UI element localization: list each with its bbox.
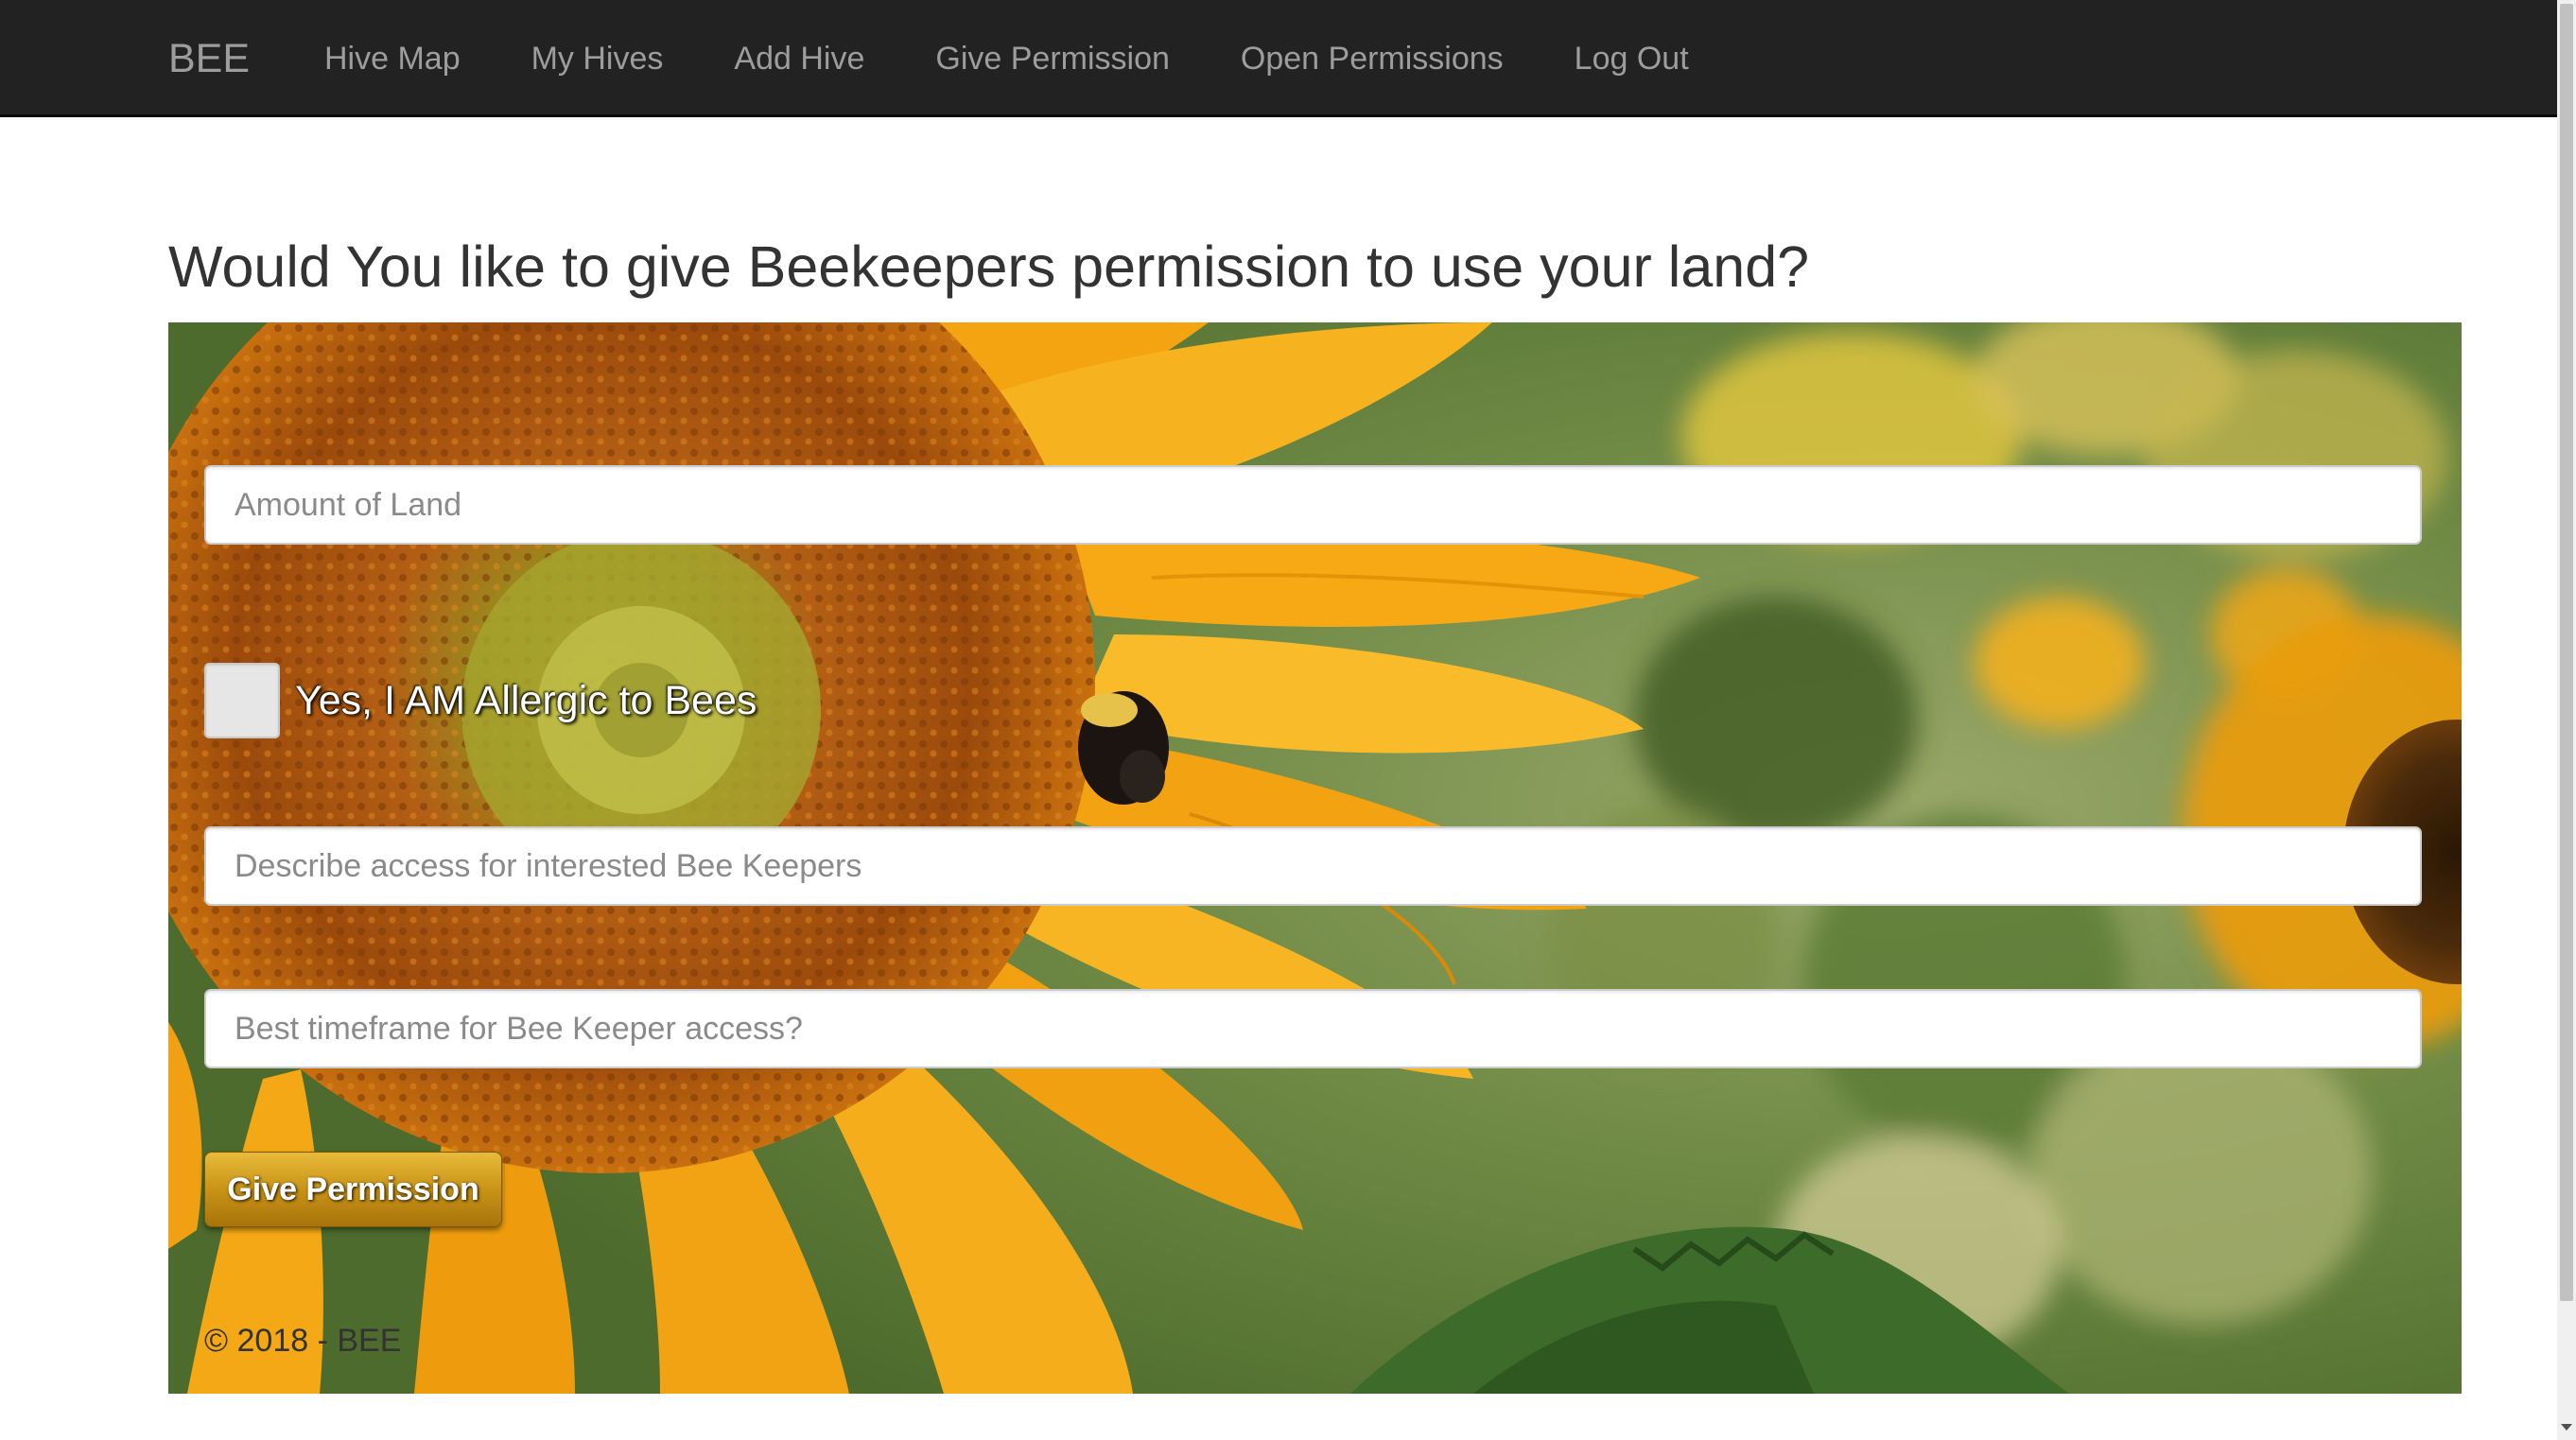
footer-copyright: © 2018 - BEE <box>204 1323 402 1359</box>
nav-link-open-permissions[interactable]: Open Permissions <box>1241 36 1504 81</box>
nav-link-log-out[interactable]: Log Out <box>1575 36 1689 81</box>
access-description-input[interactable] <box>204 826 2422 906</box>
allergic-checkbox[interactable] <box>204 663 280 738</box>
nav-links: Hive Map My Hives Add Hive Give Permissi… <box>324 36 1760 81</box>
vertical-scrollbar[interactable] <box>2557 0 2576 1440</box>
page-title: Would You like to give Beekeepers permis… <box>168 234 1810 299</box>
allergic-checkbox-row[interactable]: Yes, I AM Allergic to Bees <box>204 663 757 738</box>
nav-link-add-hive[interactable]: Add Hive <box>734 36 864 81</box>
amount-of-land-input[interactable] <box>204 465 2422 545</box>
nav-link-give-permission[interactable]: Give Permission <box>935 36 1170 81</box>
sunflower-form-panel: Yes, I AM Allergic to Bees Give Permissi… <box>168 322 2462 1394</box>
nav-link-my-hives[interactable]: My Hives <box>531 36 664 81</box>
timeframe-input[interactable] <box>204 989 2422 1068</box>
give-permission-button[interactable]: Give Permission <box>204 1152 502 1227</box>
top-navbar: BEE Hive Map My Hives Add Hive Give Perm… <box>0 0 2557 117</box>
nav-link-hive-map[interactable]: Hive Map <box>324 36 461 81</box>
scrollbar-thumb[interactable] <box>2560 4 2573 1301</box>
brand-link[interactable]: BEE <box>168 34 250 83</box>
scroll-down-arrow-icon[interactable] <box>2561 1424 2572 1431</box>
page-root: BEE Hive Map My Hives Add Hive Give Perm… <box>0 0 2576 1440</box>
allergic-checkbox-label[interactable]: Yes, I AM Allergic to Bees <box>295 678 757 724</box>
